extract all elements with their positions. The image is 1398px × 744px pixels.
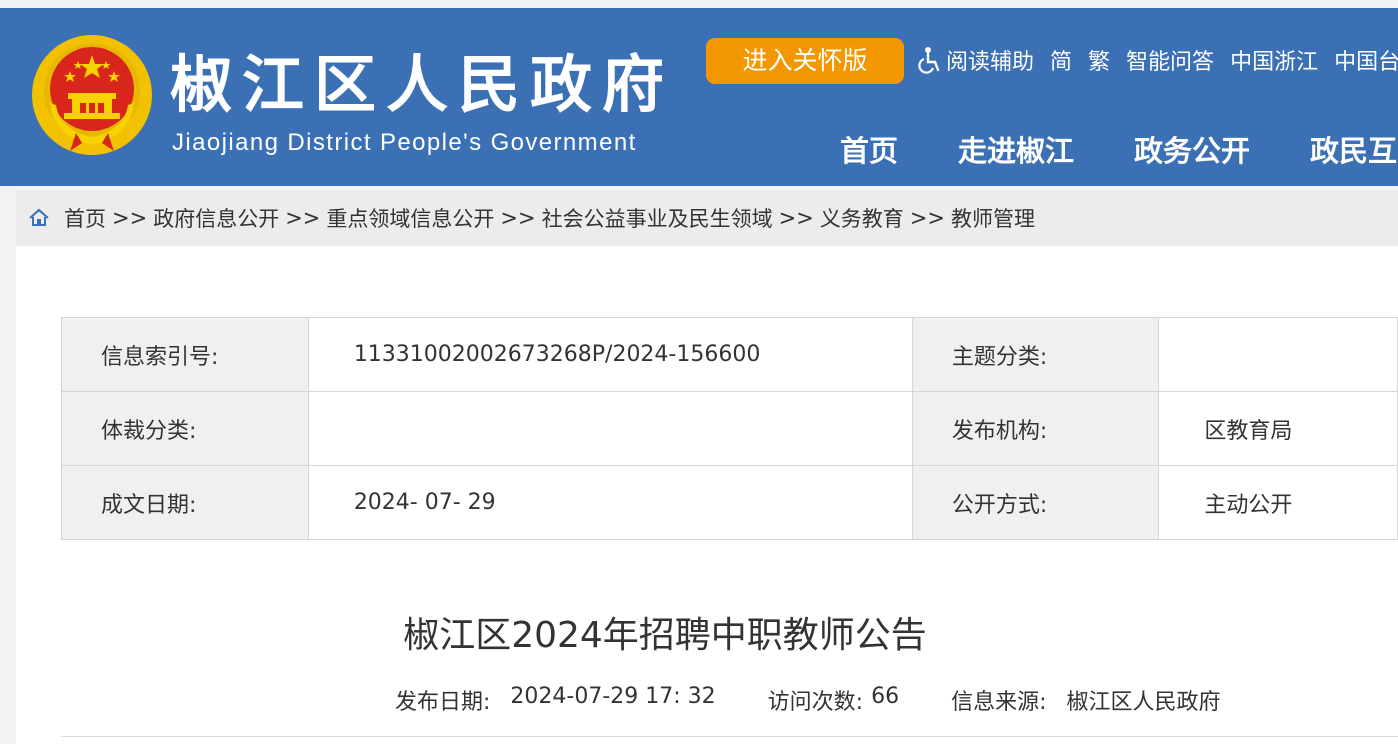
breadcrumb-home[interactable]: 首页 (64, 203, 106, 233)
article-title: 椒江区2024年招聘中职教师公告 (403, 615, 927, 656)
site-header: 椒江区人民政府 Jiaojiang District People's Gove… (0, 8, 1398, 186)
breadcrumb-public-welfare[interactable]: 社会公益事业及民生领域 (542, 203, 773, 233)
breadcrumb: 首页 >> 政府信息公开 >> 重点领域信息公开 >> 社会公益事业及民生领域 … (16, 190, 1398, 246)
document-date-value: 2024- 07- 29 (307, 465, 913, 540)
home-icon (29, 208, 49, 226)
index-number-value: 11331002002673268P/2024-156600 (307, 317, 913, 392)
topic-category-value (1158, 317, 1398, 392)
genre-category-label: 体裁分类: (61, 391, 309, 466)
table-row: 信息索引号: 11331002002673268P/2024-156600 主题… (61, 317, 1398, 392)
main-nav: 首页 走进椒江 政务公开 政民互 (840, 128, 1398, 170)
nav-government-affairs[interactable]: 政务公开 (1134, 128, 1250, 170)
source-value: 椒江区人民政府 (1066, 690, 1221, 715)
top-links: 阅读辅助 简 繁 智能问答 中国浙江 中国台 (918, 44, 1398, 76)
national-emblem-icon (32, 35, 152, 155)
document-date-label: 成文日期: (61, 465, 309, 540)
breadcrumb-compulsory-education[interactable]: 义务教育 (820, 203, 904, 233)
publish-date-label: 发布日期: (395, 690, 491, 715)
breadcrumb-separator: >> (778, 206, 814, 230)
article-meta: 发布日期: 2024-07-29 17: 32 访问次数: 66 信息来源: 椒… (395, 684, 1221, 716)
care-version-button[interactable]: 进入关怀版 (706, 38, 904, 84)
breadcrumb-key-areas[interactable]: 重点领域信息公开 (326, 203, 494, 233)
breadcrumb-separator: >> (285, 206, 321, 230)
breadcrumb-separator: >> (909, 206, 946, 230)
smart-qa-link[interactable]: 智能问答 (1126, 44, 1214, 76)
site-subtitle: Jiaojiang District People's Government (172, 129, 637, 156)
china-zhejiang-link[interactable]: 中国浙江 (1230, 44, 1318, 76)
china-taizhou-link[interactable]: 中国台 (1334, 44, 1398, 76)
disclosure-method-value: 主动公开 (1158, 465, 1398, 540)
info-table: 信息索引号: 11331002002673268P/2024-156600 主题… (61, 317, 1398, 540)
publish-date-value: 2024-07-29 17: 32 (510, 684, 716, 709)
breadcrumb-separator: >> (112, 206, 148, 230)
nav-interaction[interactable]: 政民互 (1310, 128, 1397, 170)
breadcrumb-separator: >> (500, 206, 536, 230)
site-title: 椒江区人民政府 (170, 48, 675, 121)
traditional-chinese-link[interactable]: 繁 (1088, 44, 1110, 76)
genre-category-value (307, 391, 913, 466)
divider (61, 736, 1398, 737)
publishing-agency-label: 发布机构: (911, 391, 1160, 466)
accessibility-icon[interactable] (918, 46, 942, 74)
visits-value: 66 (871, 684, 900, 709)
simplified-chinese-link[interactable]: 简 (1050, 44, 1072, 76)
index-number-label: 信息索引号: (61, 317, 309, 392)
visits-label: 访问次数: (767, 690, 864, 715)
breadcrumb-teacher-management[interactable]: 教师管理 (951, 203, 1035, 233)
disclosure-method-label: 公开方式: (911, 465, 1160, 540)
source-label: 信息来源: (951, 690, 1047, 715)
table-row: 体裁分类: 发布机构: 区教育局 (61, 391, 1398, 466)
table-row: 成文日期: 2024- 07- 29 公开方式: 主动公开 (61, 465, 1398, 540)
publishing-agency-value: 区教育局 (1158, 391, 1398, 466)
content-area: 信息索引号: 11331002002673268P/2024-156600 主题… (16, 246, 1398, 744)
topic-category-label: 主题分类: (911, 317, 1160, 392)
nav-about-jiaojiang[interactable]: 走进椒江 (958, 128, 1074, 170)
breadcrumb-gov-info[interactable]: 政府信息公开 (153, 203, 279, 233)
reading-assist-link[interactable]: 阅读辅助 (946, 44, 1034, 76)
nav-home[interactable]: 首页 (840, 128, 898, 170)
